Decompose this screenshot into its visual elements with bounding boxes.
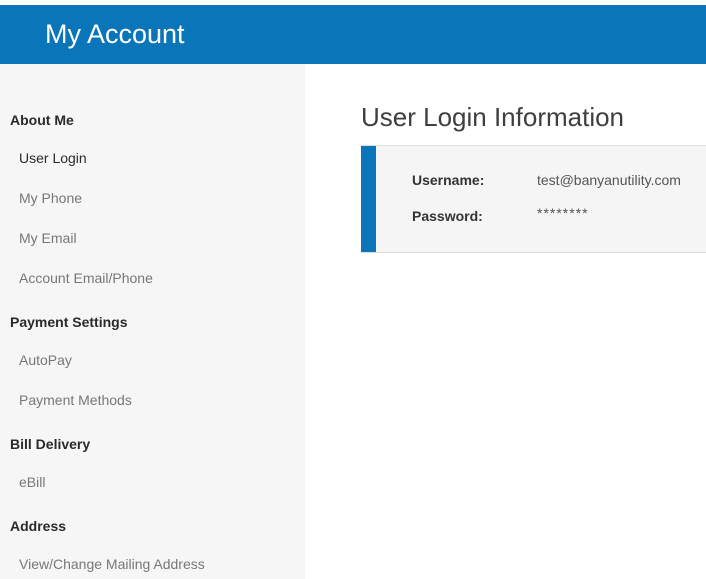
sidebar-item-account-email-phone[interactable]: Account Email/Phone bbox=[0, 263, 305, 293]
sidebar-section-about-me: About Me bbox=[10, 112, 74, 128]
app-header: My Account bbox=[0, 5, 706, 64]
sidebar-item-my-email[interactable]: My Email bbox=[0, 223, 305, 253]
password-value: ******** bbox=[537, 205, 589, 221]
sidebar-item-view-change-mailing-address[interactable]: View/Change Mailing Address bbox=[0, 549, 305, 579]
sidebar-item-user-login[interactable]: User Login bbox=[0, 143, 305, 173]
username-value: test@banyanutility.com bbox=[537, 172, 681, 188]
sidebar-section-bill-delivery: Bill Delivery bbox=[10, 436, 91, 452]
login-info-card: Username: test@banyanutility.com Passwor… bbox=[361, 145, 706, 253]
sidebar-item-payment-methods[interactable]: Payment Methods bbox=[0, 385, 305, 415]
card-accent-bar bbox=[361, 146, 376, 252]
sidebar-item-autopay[interactable]: AutoPay bbox=[0, 345, 305, 375]
sidebar-section-payment-settings: Payment Settings bbox=[10, 314, 128, 330]
password-label: Password: bbox=[412, 208, 483, 224]
sidebar: About Me User Login My Phone My Email Ac… bbox=[0, 64, 305, 579]
username-label: Username: bbox=[412, 172, 485, 188]
page-title: My Account bbox=[45, 19, 185, 49]
sidebar-item-ebill[interactable]: eBill bbox=[0, 467, 305, 497]
section-title: User Login Information bbox=[361, 102, 625, 132]
sidebar-section-address: Address bbox=[10, 518, 67, 534]
sidebar-item-my-phone[interactable]: My Phone bbox=[0, 183, 305, 213]
